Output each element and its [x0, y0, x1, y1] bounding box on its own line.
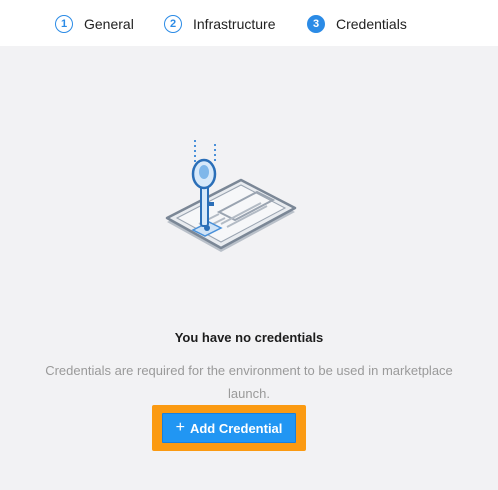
step-number: 3 [307, 15, 325, 33]
empty-state-title: You have no credentials [174, 330, 324, 345]
step-label: Infrastructure [193, 16, 276, 32]
key-document-icon [159, 138, 301, 270]
plus-icon: + [175, 419, 185, 436]
step-number: 2 [164, 15, 182, 33]
step-infrastructure[interactable]: 2 Infrastructure [164, 14, 275, 34]
add-credential-highlight: + Add Credential [152, 405, 306, 451]
wizard-stepper: 1 General 2 Infrastructure 3 Credentials [0, 0, 498, 46]
add-credential-label: Add Credential [189, 420, 283, 436]
step-credentials[interactable]: 3 Credentials [307, 14, 407, 34]
step-general[interactable]: 1 General [55, 14, 134, 34]
step-number: 1 [55, 15, 73, 33]
empty-state-description: Credentials are required for the environ… [45, 363, 453, 401]
step-label: General [84, 16, 134, 32]
add-credential-button[interactable]: + Add Credential [162, 413, 296, 443]
step-label: Credentials [336, 16, 407, 32]
